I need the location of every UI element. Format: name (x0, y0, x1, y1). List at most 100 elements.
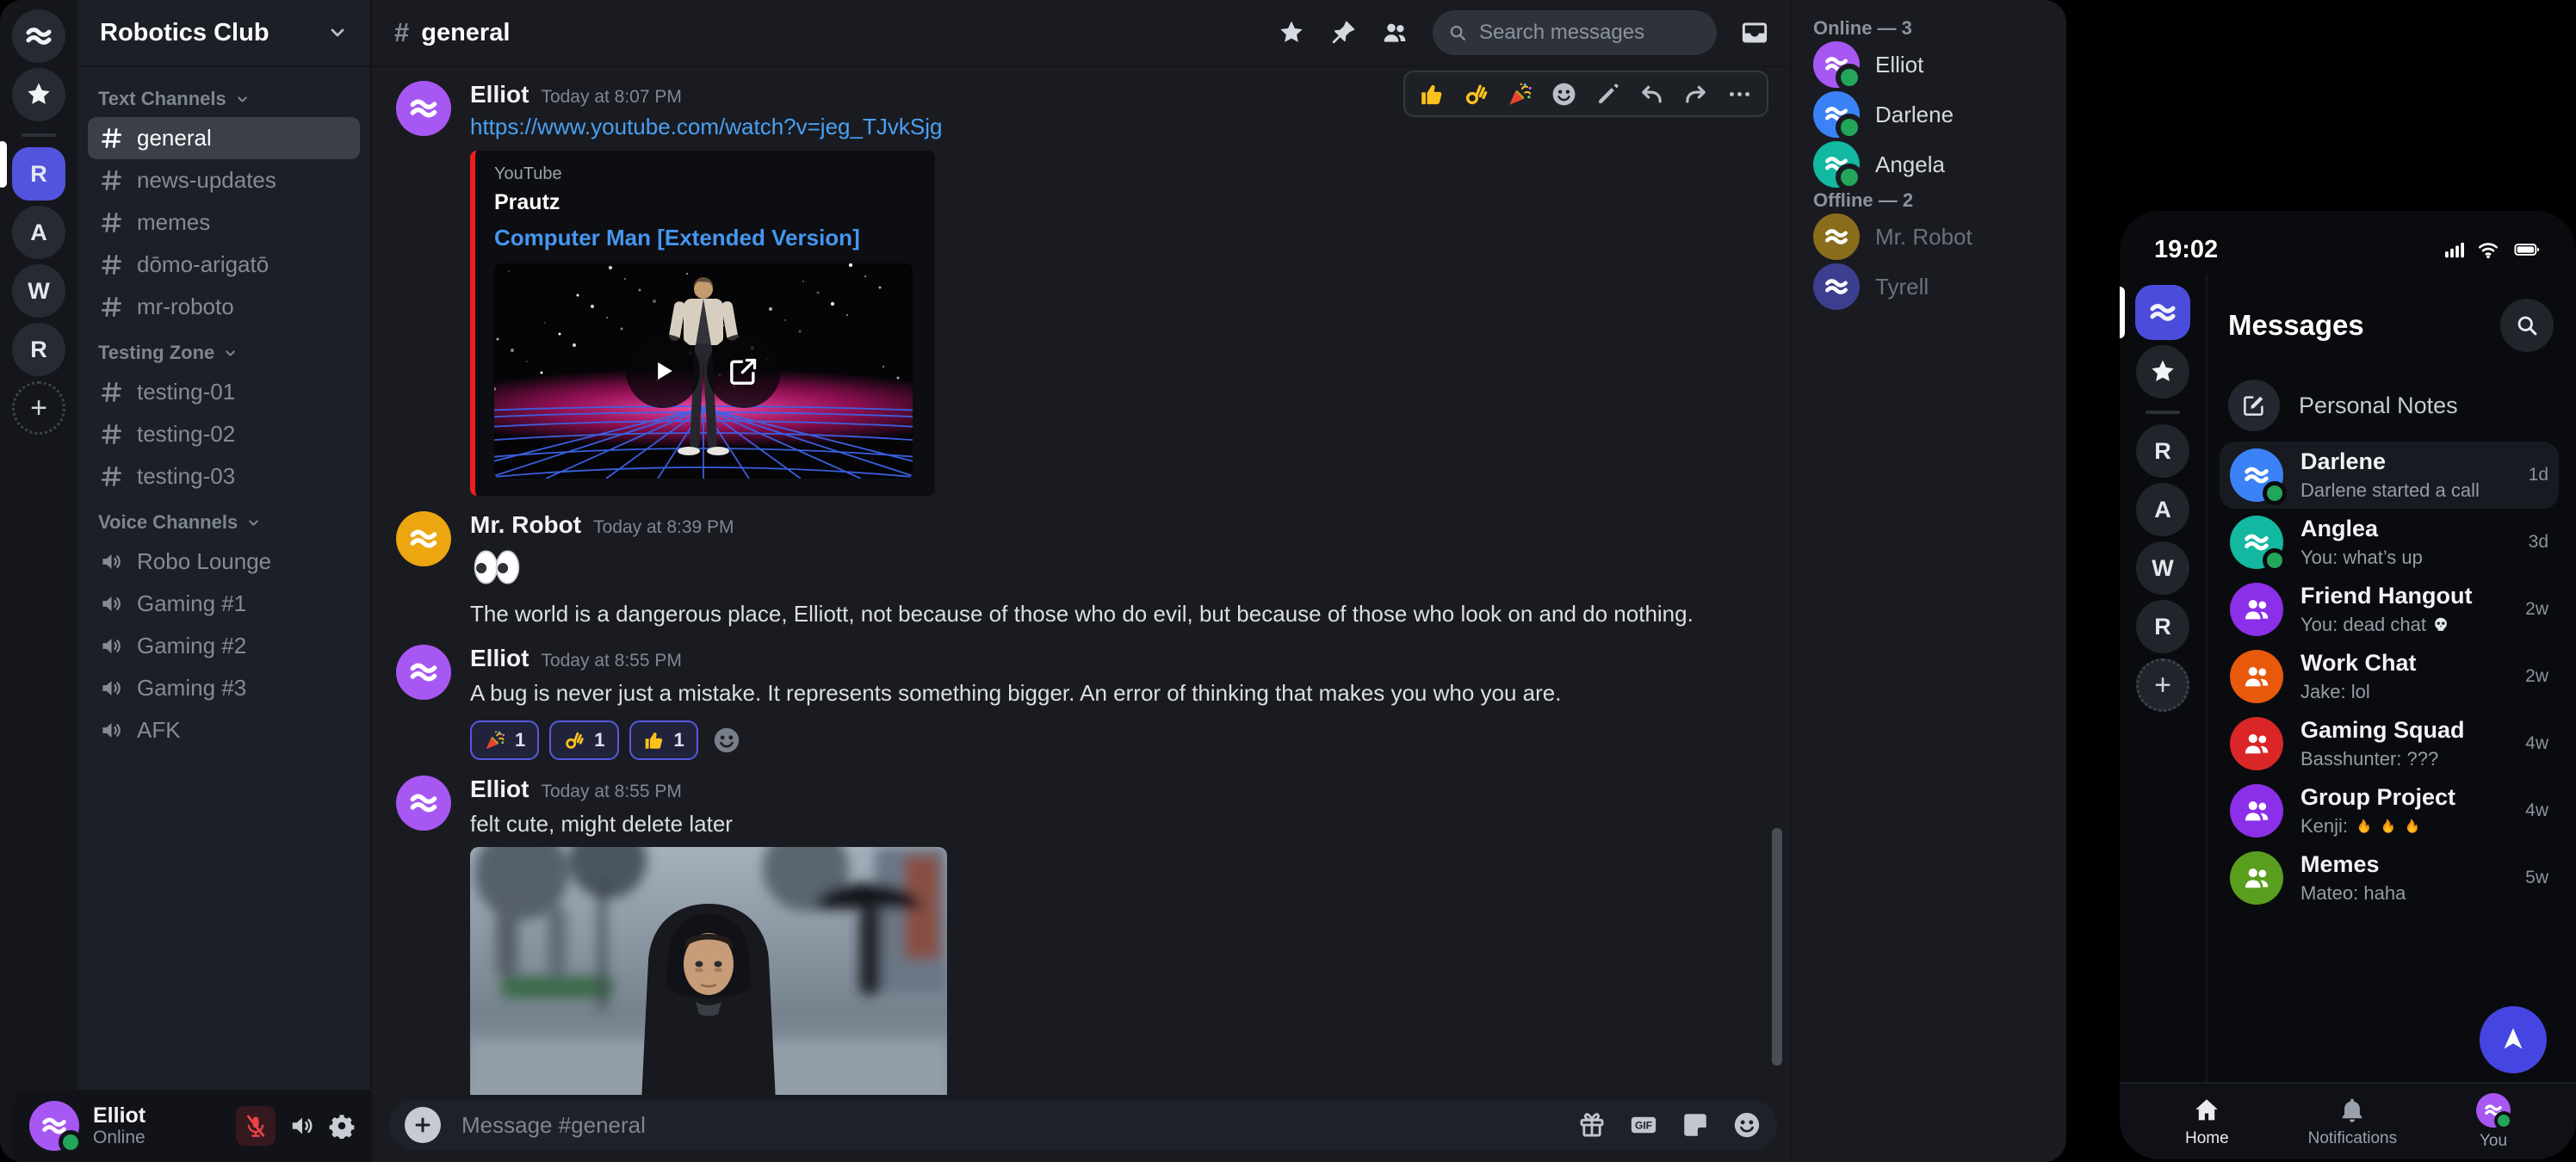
search-icon (2515, 313, 2539, 337)
conversation-item-friend-hangout[interactable]: Friend HangoutYou: dead chat2w (2220, 576, 2559, 643)
voice-channel-item-gaming-2[interactable]: Gaming #2 (88, 625, 360, 667)
add-server-button[interactable]: + (2136, 658, 2189, 712)
conversation-item-darlene[interactable]: DarleneDarlene started a call1d (2220, 442, 2559, 509)
pin-icon[interactable] (1329, 19, 1357, 46)
reaction-pill-party-popper[interactable]: 1 (470, 720, 539, 760)
avatar[interactable] (396, 511, 451, 566)
conversation-item-memes[interactable]: MemesMateo: haha5w (2220, 844, 2559, 912)
channel-item-news-updates[interactable]: news-updates (88, 159, 360, 201)
server-header[interactable]: Robotics Club (77, 0, 370, 67)
channel-section-header[interactable]: Text Channels (98, 88, 350, 110)
message-author[interactable]: Elliot (470, 645, 529, 672)
server-button-r-3[interactable]: R (12, 323, 65, 376)
more-icon[interactable] (1726, 81, 1753, 108)
attach-button[interactable] (405, 1107, 441, 1143)
waves-icon (407, 787, 440, 819)
app-logo-button[interactable] (12, 9, 65, 63)
new-message-fab[interactable] (2480, 1006, 2547, 1073)
channel-name: news-updates (137, 167, 276, 194)
members-icon[interactable] (1381, 19, 1409, 46)
hash-icon (100, 169, 123, 192)
forward-icon[interactable] (1682, 81, 1709, 108)
avatar[interactable] (396, 81, 451, 136)
emoji-icon[interactable] (1732, 1110, 1762, 1140)
member-row-angela[interactable]: Angela (1813, 139, 2066, 189)
chat-scrollbar[interactable] (1772, 828, 1782, 1066)
embed-title-link[interactable]: Computer Man [Extended Version] (494, 225, 916, 251)
server-button-r-0[interactable]: R (2136, 424, 2189, 478)
user-avatar[interactable] (29, 1101, 79, 1151)
star-icon[interactable] (1278, 19, 1305, 46)
add-reaction-icon[interactable] (1551, 81, 1577, 108)
server-button-a-1[interactable]: A (12, 206, 65, 259)
channel-item-testing-02[interactable]: testing-02 (88, 413, 360, 455)
server-button-a-1[interactable]: A (2136, 483, 2189, 536)
nav-item-notifications[interactable]: Notifications (2308, 1096, 2398, 1148)
conversation-item-work-chat[interactable]: Work ChatJake: lol2w (2220, 643, 2559, 710)
channel-item-testing-03[interactable]: testing-03 (88, 455, 360, 498)
add-server-button[interactable]: + (12, 381, 65, 435)
embed-author[interactable]: Prautz (494, 190, 916, 215)
sticker-icon[interactable] (1681, 1110, 1710, 1140)
message-link[interactable]: https://www.youtube.com/watch?v=jeg_TJvk… (470, 114, 942, 140)
add-reaction-icon[interactable] (712, 726, 741, 755)
section-label: Voice Channels (98, 511, 238, 534)
party-popper-emoji-icon[interactable] (1507, 81, 1533, 108)
member-row-mr-robot[interactable]: Mr. Robot (1813, 212, 2066, 262)
inbox-icon[interactable] (1741, 19, 1768, 46)
reaction-pill-ok-hand[interactable]: 1 (549, 720, 618, 760)
nav-item-home[interactable]: Home (2185, 1096, 2229, 1148)
channel-item-memes[interactable]: memes (88, 201, 360, 244)
conversation-item-anglea[interactable]: AngleaYou: what’s up3d (2220, 509, 2559, 576)
thumbs-up-emoji-icon[interactable] (1419, 81, 1446, 108)
search-box[interactable] (1433, 10, 1717, 55)
search-input[interactable] (1477, 20, 1701, 46)
video-thumbnail[interactable] (494, 263, 913, 479)
preview-text: You: what’s up (2300, 547, 2423, 569)
channel-section-header[interactable]: Voice Channels (98, 511, 350, 534)
nav-item-you[interactable]: You (2476, 1093, 2511, 1151)
voice-channel-item-gaming-3[interactable]: Gaming #3 (88, 667, 360, 709)
message-author[interactable]: Elliot (470, 776, 529, 803)
app-logo-button[interactable] (2135, 285, 2190, 340)
deafen-button[interactable] (289, 1113, 315, 1139)
play-button[interactable] (626, 334, 700, 408)
message-author[interactable]: Elliot (470, 81, 529, 108)
conversation-item-group-project[interactable]: Group ProjectKenji:4w (2220, 777, 2559, 844)
reply-icon[interactable] (1638, 81, 1665, 108)
search-button[interactable] (2500, 299, 2554, 352)
channel-item-general[interactable]: general (88, 117, 360, 159)
channel-item-d-mo-arigat-[interactable]: dōmo-arigatō (88, 244, 360, 286)
mute-mic-button[interactable] (236, 1106, 276, 1146)
open-external-button[interactable] (707, 334, 781, 408)
channel-item-mr-roboto[interactable]: mr-roboto (88, 286, 360, 328)
server-button-w-2[interactable]: W (12, 264, 65, 318)
avatar[interactable] (396, 645, 451, 700)
server-button-w-2[interactable]: W (2136, 541, 2189, 595)
favorites-button[interactable] (12, 68, 65, 121)
server-button-r-3[interactable]: R (2136, 600, 2189, 653)
voice-channel-item-afk[interactable]: AFK (88, 709, 360, 751)
personal-notes-item[interactable]: Personal Notes (2228, 380, 2554, 431)
favorites-button[interactable] (2136, 345, 2189, 399)
voice-channel-item-robo-lounge[interactable]: Robo Lounge (88, 541, 360, 583)
message-author[interactable]: Mr. Robot (470, 511, 581, 539)
member-row-elliot[interactable]: Elliot (1813, 40, 2066, 90)
channel-section-header[interactable]: Testing Zone (98, 342, 350, 364)
server-button-r-0[interactable]: R (12, 147, 65, 201)
gif-icon[interactable]: GIF (1629, 1110, 1658, 1140)
reaction-pill-thumbs-up[interactable]: 1 (629, 720, 698, 760)
signal-icon (2443, 238, 2468, 261)
message-input[interactable] (460, 1111, 1558, 1140)
member-row-darlene[interactable]: Darlene (1813, 90, 2066, 139)
conversation-item-gaming-squad[interactable]: Gaming SquadBasshunter: ???4w (2220, 710, 2559, 777)
voice-channel-item-gaming-1[interactable]: Gaming #1 (88, 583, 360, 625)
avatar[interactable] (396, 776, 451, 831)
ok-hand-emoji-icon[interactable] (1463, 81, 1489, 108)
photo-attachment[interactable] (470, 847, 947, 1095)
member-row-tyrell[interactable]: Tyrell (1813, 262, 2066, 312)
edit-icon[interactable] (1595, 81, 1621, 108)
gift-icon[interactable] (1577, 1110, 1607, 1140)
settings-gear-icon[interactable] (329, 1113, 355, 1139)
channel-item-testing-01[interactable]: testing-01 (88, 371, 360, 413)
